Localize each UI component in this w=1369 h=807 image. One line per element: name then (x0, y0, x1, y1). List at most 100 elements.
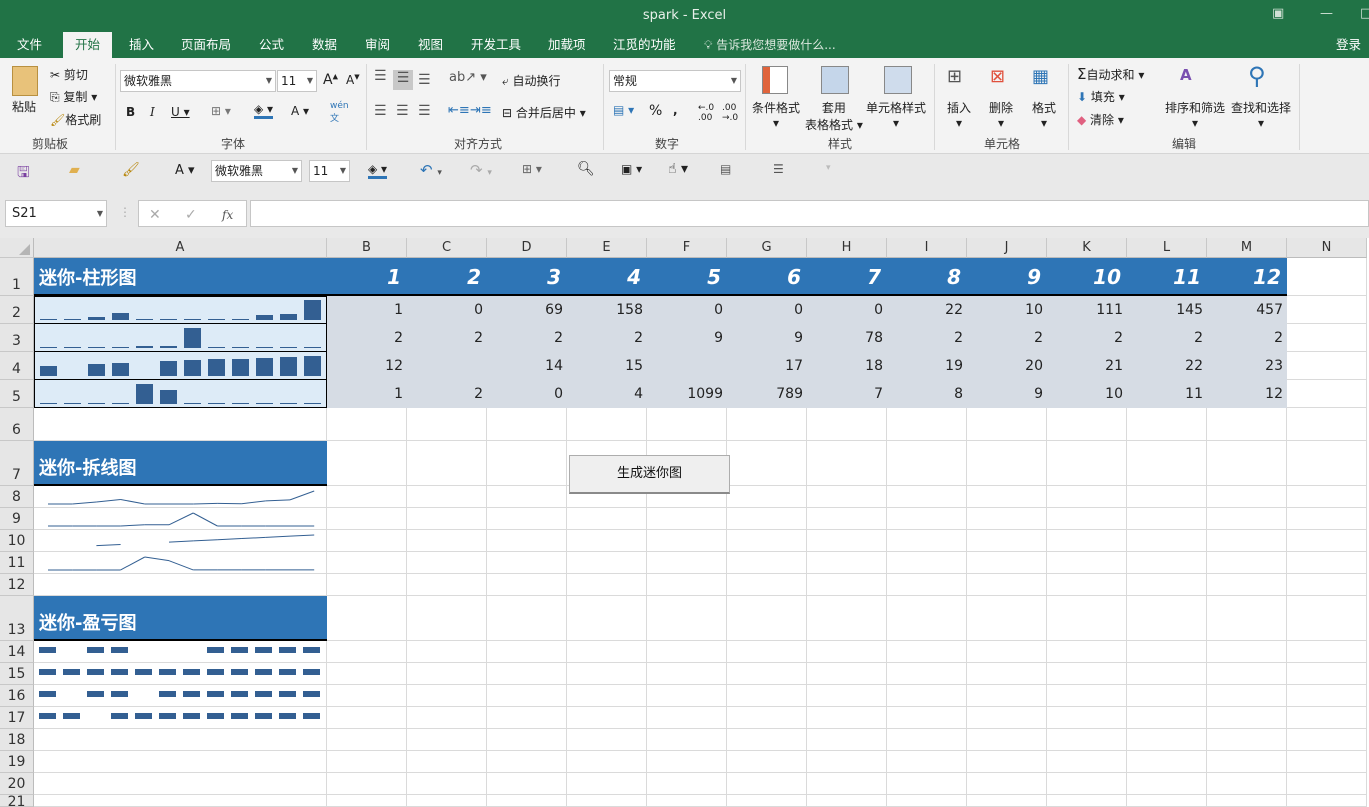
data-cell-H3[interactable]: 78 (807, 324, 887, 352)
cell-L15[interactable] (1127, 663, 1207, 685)
row-header-3[interactable]: 3 (0, 324, 34, 352)
format-cells-button[interactable]: 格式 ▾ (1032, 99, 1056, 130)
cell-D20[interactable] (487, 773, 567, 795)
cell-M20[interactable] (1207, 773, 1287, 795)
cell-L19[interactable] (1127, 751, 1207, 773)
cell-I17[interactable] (887, 707, 967, 729)
cell-F19[interactable] (647, 751, 727, 773)
column-header-K[interactable]: K (1047, 238, 1127, 258)
cell-K10[interactable] (1047, 530, 1127, 552)
cell-D7[interactable] (487, 441, 567, 486)
cell-H20[interactable] (807, 773, 887, 795)
cell-G10[interactable] (727, 530, 807, 552)
cell-G18[interactable] (727, 729, 807, 751)
cell-D6[interactable] (487, 408, 567, 441)
cell-K7[interactable] (1047, 441, 1127, 486)
conditional-format-button[interactable]: 条件格式 ▾ (752, 99, 800, 130)
cell-M7[interactable] (1207, 441, 1287, 486)
cell-I10[interactable] (887, 530, 967, 552)
data-cell-F2[interactable]: 0 (647, 296, 727, 324)
cell-I19[interactable] (887, 751, 967, 773)
column-header-N[interactable]: N (1287, 238, 1367, 258)
generate-sparklines-button[interactable]: 生成迷你图 (569, 455, 730, 494)
cell-J9[interactable] (967, 508, 1047, 530)
data-cell-B5[interactable]: 1 (327, 380, 407, 408)
cell-G8[interactable] (727, 486, 807, 508)
cell-B14[interactable] (327, 641, 407, 663)
cell-G13[interactable] (727, 596, 807, 641)
tab-custom[interactable]: 江觅的功能 (601, 32, 688, 58)
cell-C12[interactable] (407, 574, 487, 596)
cell-L6[interactable] (1127, 408, 1207, 441)
data-cell-H2[interactable]: 0 (807, 296, 887, 324)
cell-N4[interactable] (1287, 352, 1367, 380)
cell-I18[interactable] (887, 729, 967, 751)
data-cell-G3[interactable]: 9 (727, 324, 807, 352)
cell-K18[interactable] (1047, 729, 1127, 751)
cell-F20[interactable] (647, 773, 727, 795)
column-header-F[interactable]: F (647, 238, 727, 258)
cell-L13[interactable] (1127, 596, 1207, 641)
cell-N19[interactable] (1287, 751, 1367, 773)
cell-F21[interactable] (647, 795, 727, 807)
cell-B15[interactable] (327, 663, 407, 685)
minimize-icon[interactable]: — (1320, 6, 1333, 21)
tell-me-search[interactable]: 💡︎ 告诉我您想要做什么... (704, 32, 836, 58)
cell-N9[interactable] (1287, 508, 1367, 530)
fill-color-icon[interactable]: ◈ ▾ (254, 102, 274, 119)
bold-button[interactable]: B (126, 105, 135, 119)
cell-L17[interactable] (1127, 707, 1207, 729)
cell-J21[interactable] (967, 795, 1047, 807)
cell-H15[interactable] (807, 663, 887, 685)
cell-I12[interactable] (887, 574, 967, 596)
cell-M16[interactable] (1207, 685, 1287, 707)
cell-F15[interactable] (647, 663, 727, 685)
data-cell-D5[interactable]: 0 (487, 380, 567, 408)
cell-N14[interactable] (1287, 641, 1367, 663)
row-header-12[interactable]: 12 (0, 574, 34, 596)
tab-formulas[interactable]: 公式 (247, 32, 296, 58)
cell-C14[interactable] (407, 641, 487, 663)
row-header-9[interactable]: 9 (0, 508, 34, 530)
cell-H11[interactable] (807, 552, 887, 574)
orientation-icon[interactable]: ab↗ ▾ (449, 70, 487, 85)
cell-H21[interactable] (807, 795, 887, 807)
data-cell-L2[interactable]: 145 (1127, 296, 1207, 324)
data-cell-G4[interactable]: 17 (727, 352, 807, 380)
cell-C13[interactable] (407, 596, 487, 641)
cell-E21[interactable] (567, 795, 647, 807)
cell-H18[interactable] (807, 729, 887, 751)
tab-data[interactable]: 数据 (300, 32, 349, 58)
cell-B17[interactable] (327, 707, 407, 729)
cell-E6[interactable] (567, 408, 647, 441)
cell-G14[interactable] (727, 641, 807, 663)
cell-D9[interactable] (487, 508, 567, 530)
row-header-15[interactable]: 15 (0, 663, 34, 685)
cell-B6[interactable] (327, 408, 407, 441)
cell-F14[interactable] (647, 641, 727, 663)
column-header-C[interactable]: C (407, 238, 487, 258)
cell-M21[interactable] (1207, 795, 1287, 807)
cell-J11[interactable] (967, 552, 1047, 574)
cell-G19[interactable] (727, 751, 807, 773)
data-cell-K3[interactable]: 2 (1047, 324, 1127, 352)
cell-A21[interactable] (34, 795, 327, 807)
cell-H14[interactable] (807, 641, 887, 663)
cell-N17[interactable] (1287, 707, 1367, 729)
cell-F11[interactable] (647, 552, 727, 574)
data-cell-C3[interactable]: 2 (407, 324, 487, 352)
row-header-20[interactable]: 20 (0, 773, 34, 795)
cell-H9[interactable] (807, 508, 887, 530)
cell-A20[interactable] (34, 773, 327, 795)
cell-E10[interactable] (567, 530, 647, 552)
cell-C21[interactable] (407, 795, 487, 807)
cell-H8[interactable] (807, 486, 887, 508)
cell-K19[interactable] (1047, 751, 1127, 773)
row-header-14[interactable]: 14 (0, 641, 34, 663)
cell-M8[interactable] (1207, 486, 1287, 508)
align-center-icon[interactable]: ☰ (396, 103, 409, 119)
touch-mode-icon[interactable]: ☝ ▾ (668, 161, 688, 177)
phonetic-icon[interactable]: wén 文 (330, 101, 349, 124)
data-cell-C2[interactable]: 0 (407, 296, 487, 324)
row-header-1[interactable]: 1 (0, 258, 34, 296)
